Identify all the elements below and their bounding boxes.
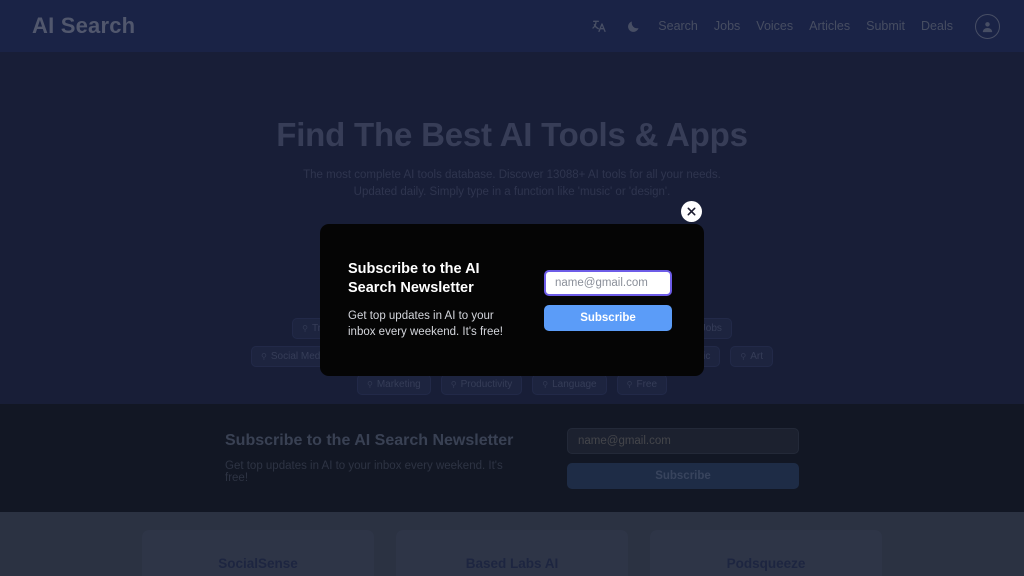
modal-title-line-1: Subscribe to the AI [348, 261, 480, 277]
modal-subscribe-button[interactable]: Subscribe [544, 304, 672, 331]
modal-form: Subscribe [544, 269, 672, 331]
modal-title-line-2: Search Newsletter [348, 280, 474, 296]
newsletter-modal: Subscribe to the AI Search Newsletter Ge… [320, 224, 704, 376]
close-icon[interactable] [681, 201, 702, 222]
modal-title: Subscribe to the AI Search Newsletter [348, 260, 524, 298]
modal-text-group: Subscribe to the AI Search Newsletter Ge… [348, 260, 524, 340]
modal-description: Get top updates in AI to your inbox ever… [348, 310, 503, 338]
page-root: AI Search Search Jobs Voices Articles Su… [0, 0, 1024, 576]
modal-email-field[interactable] [544, 269, 672, 296]
